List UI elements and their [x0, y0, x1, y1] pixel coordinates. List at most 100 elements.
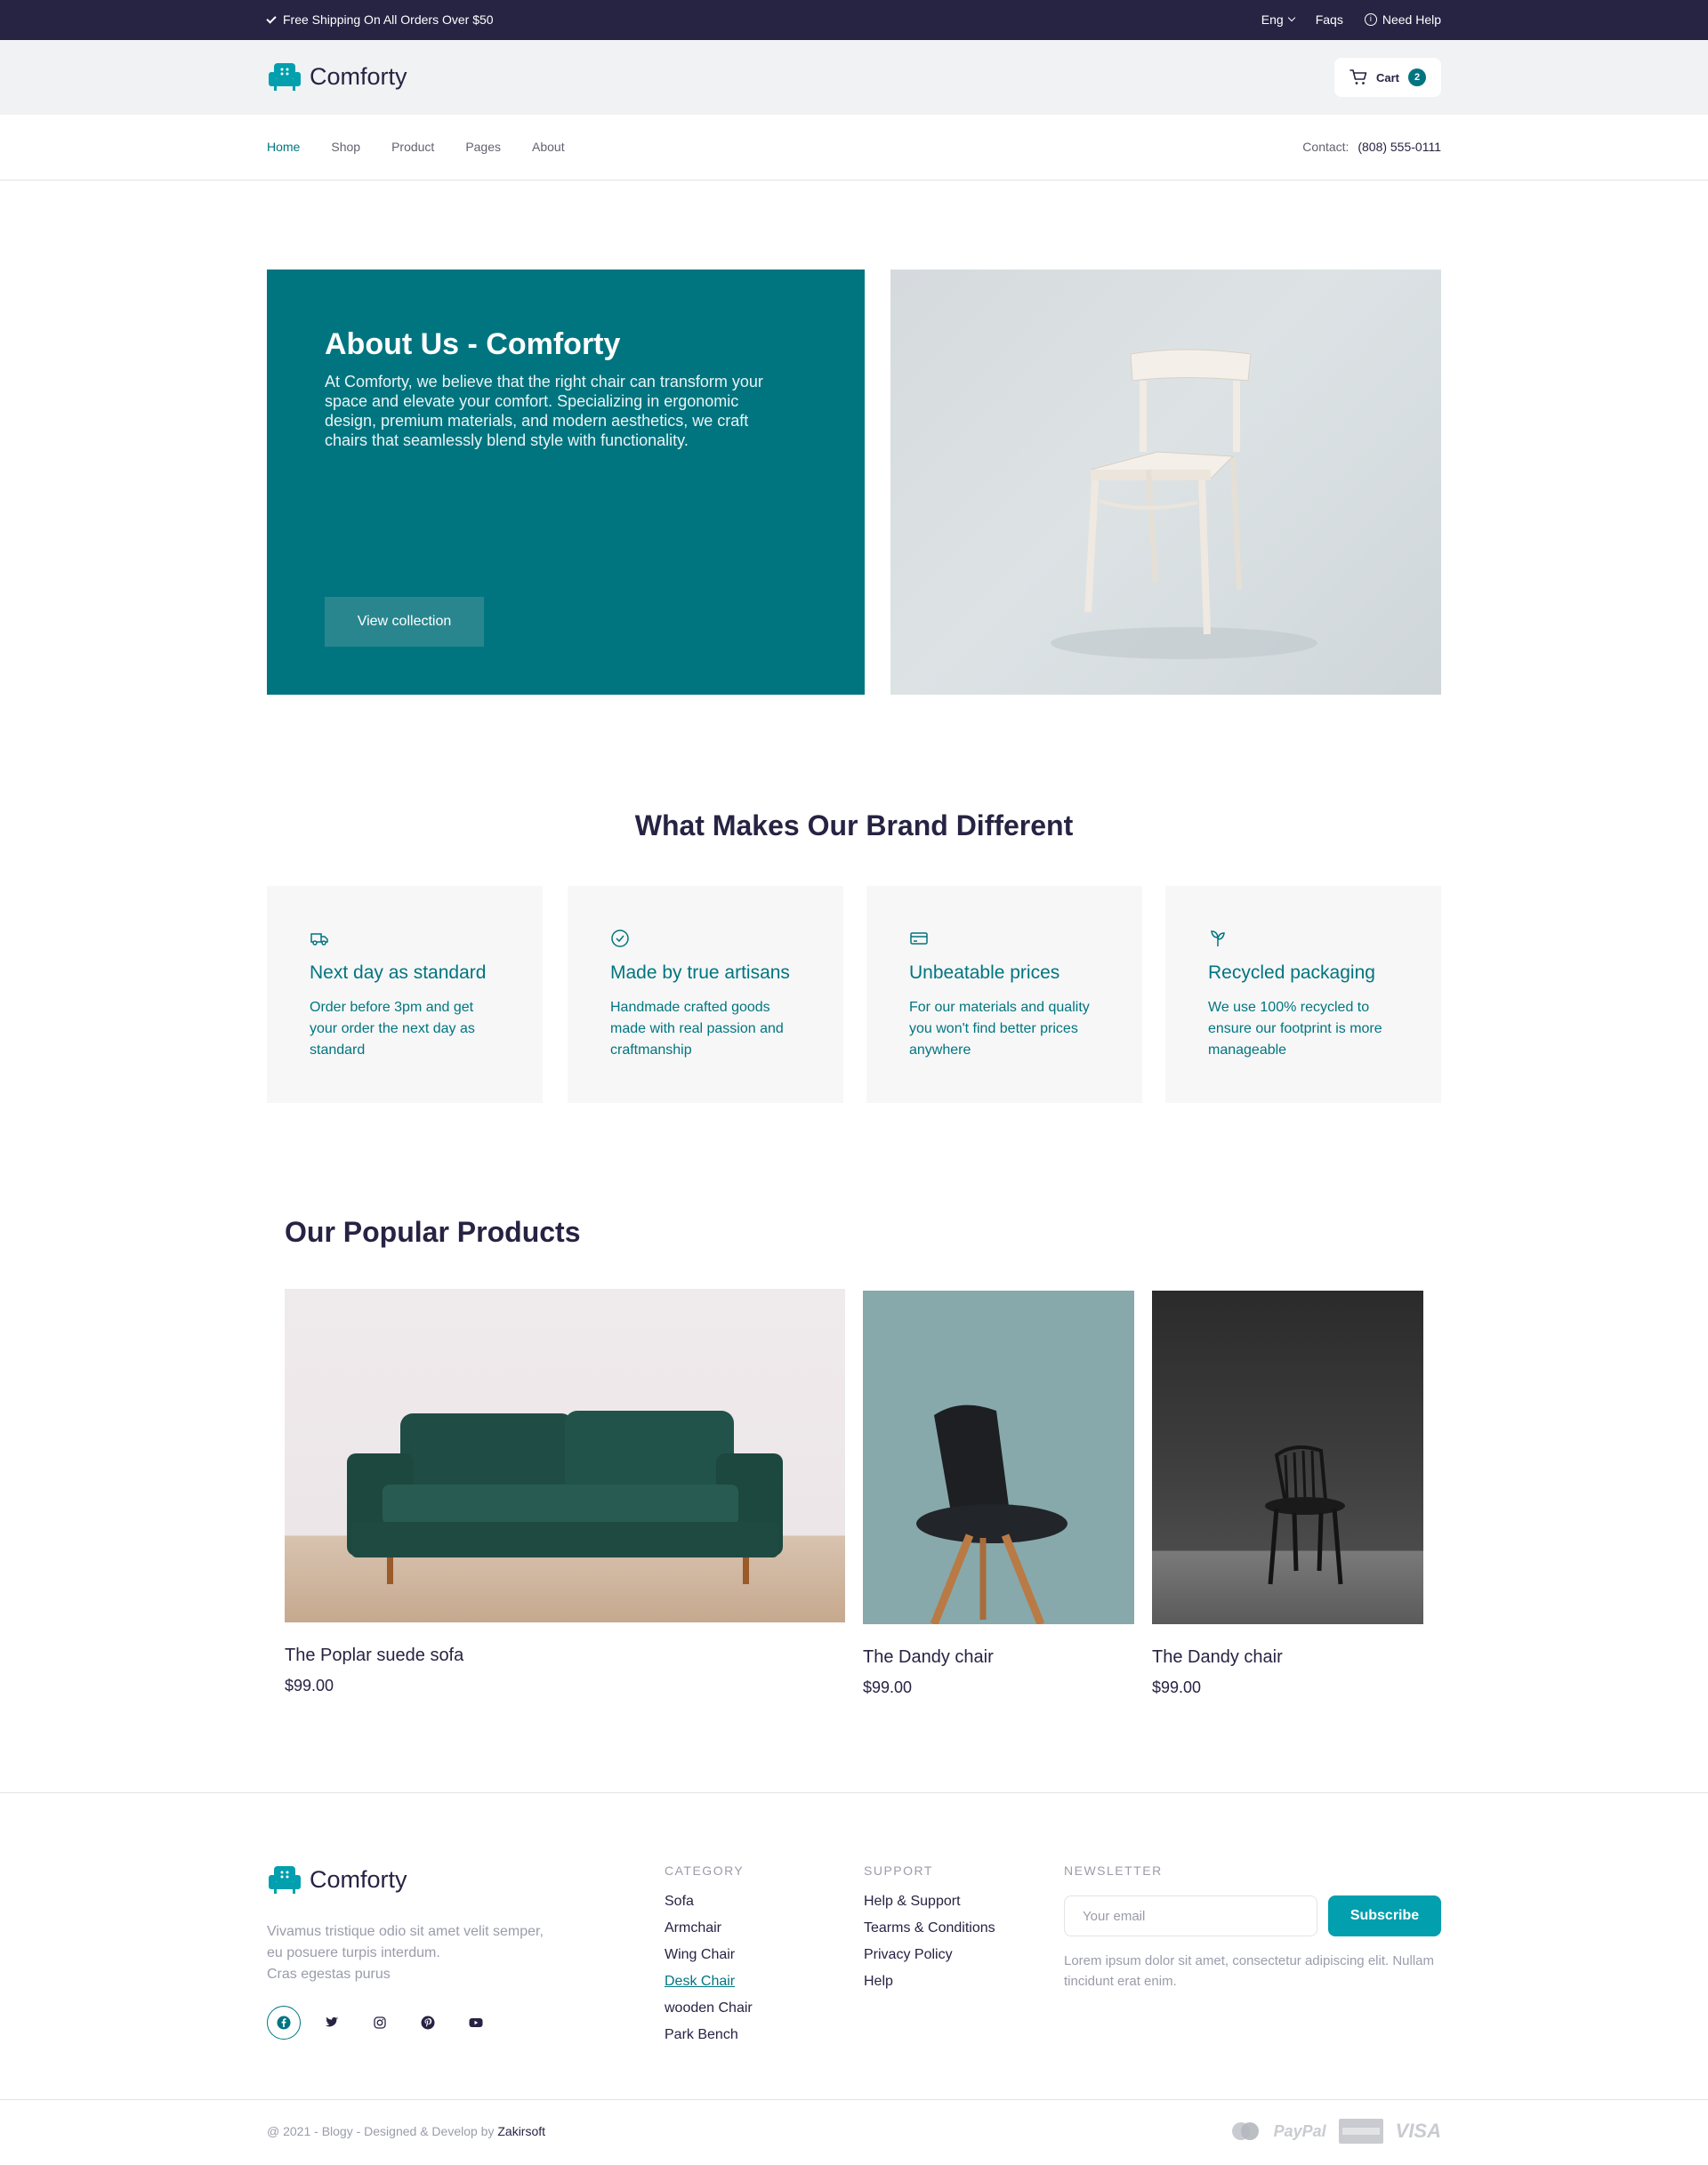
- category-link[interactable]: Park Bench: [665, 2027, 753, 2043]
- hero-title: About Us - Comforty: [325, 327, 621, 361]
- credit-card-icon: [910, 932, 928, 945]
- language-selector[interactable]: Eng: [1261, 12, 1295, 27]
- dark-wooden-chair-illustration: [1265, 1445, 1345, 1585]
- language-label: Eng: [1261, 12, 1284, 27]
- product-name[interactable]: The Dandy chair: [1152, 1647, 1423, 1668]
- footer-newsletter-column: NEWSLETTER: [1064, 1863, 1163, 1894]
- feature-card: Recycled packaging We use 100% recycled …: [1165, 886, 1441, 1103]
- product-card[interactable]: The Dandy chair $99.00: [1152, 1291, 1423, 1697]
- site-logo[interactable]: Comforty: [267, 61, 407, 92]
- category-link[interactable]: Armchair: [665, 1920, 753, 1936]
- shipping-notice: Free Shipping On All Orders Over $50: [266, 12, 494, 27]
- product-card[interactable]: The Poplar suede sofa $99.00: [285, 1289, 845, 1695]
- nav-item-shop[interactable]: Shop: [331, 140, 360, 154]
- cart-icon: [1349, 69, 1367, 85]
- check-icon: [266, 12, 277, 24]
- white-chair-illustration: [1051, 349, 1317, 659]
- footer-logo-text: Comforty: [310, 1865, 407, 1893]
- mastercard-icon: [1231, 2122, 1259, 2140]
- product-image[interactable]: [285, 1289, 845, 1622]
- product-price: $99.00: [285, 1677, 334, 1694]
- armchair-logo-icon: [269, 1866, 301, 1894]
- social-links: [267, 2006, 493, 2040]
- green-sofa-illustration: [347, 1411, 783, 1584]
- support-link[interactable]: Tearms & Conditions: [864, 1920, 995, 1936]
- feature-card: Next day as standard Order before 3pm an…: [267, 886, 543, 1103]
- footer-support-column: SUPPORT Help & Support Tearms & Conditio…: [864, 1863, 995, 2000]
- feature-text: We use 100% recycled to ensure our footp…: [1208, 1000, 1382, 1058]
- cart-count-badge: 2: [1408, 68, 1426, 86]
- feature-card: Made by true artisans Handmade crafted g…: [568, 886, 843, 1103]
- newsletter-text: Lorem ipsum dolor sit amet, consectetur …: [1064, 1953, 1435, 1989]
- armchair-logo-icon: [269, 63, 301, 91]
- instagram-icon[interactable]: [363, 2006, 397, 2040]
- product-card[interactable]: The Dandy chair $99.00: [863, 1291, 1134, 1697]
- product-name[interactable]: The Poplar suede sofa: [285, 1646, 845, 1666]
- check-circle-icon: [611, 930, 629, 947]
- hero-description: At Comforty, we believe that the right c…: [325, 373, 763, 449]
- copyright-prefix: @ 2021 - Blogy - Designed & Develop by: [267, 2124, 498, 2138]
- footer-description: Vivamus tristique odio sit amet velit se…: [267, 1921, 587, 1985]
- pinterest-icon[interactable]: [411, 2006, 445, 2040]
- nav-item-pages[interactable]: Pages: [465, 140, 501, 154]
- need-help-link[interactable]: i Need Help: [1364, 12, 1441, 27]
- top-announcement-bar: Free Shipping On All Orders Over $50 Eng…: [0, 0, 1708, 40]
- feature-card: Unbeatable prices For our materials and …: [866, 886, 1142, 1103]
- product-price: $99.00: [863, 1678, 913, 1696]
- category-link[interactable]: wooden Chair: [665, 2000, 753, 2016]
- copyright-text: @ 2021 - Blogy - Designed & Develop by Z…: [267, 2124, 545, 2138]
- footer-logo[interactable]: Comforty: [267, 1864, 407, 1895]
- category-link[interactable]: Sofa: [665, 1894, 753, 1910]
- nav-item-home[interactable]: Home: [267, 140, 300, 154]
- contact-info: Contact: (808) 555-0111: [1302, 140, 1441, 154]
- about-hero-panel: About Us - Comforty At Comforty, we beli…: [267, 270, 865, 695]
- newsletter-email-input[interactable]: Your email: [1064, 1895, 1317, 1936]
- twitter-icon[interactable]: [315, 2006, 349, 2040]
- copyright-brand[interactable]: Zakirsoft: [497, 2124, 545, 2138]
- support-link[interactable]: Privacy Policy: [864, 1947, 995, 1963]
- visa-icon: VISA: [1395, 2120, 1441, 2142]
- paypal-icon: PayPal: [1273, 2121, 1326, 2140]
- newsletter-heading: NEWSLETTER: [1064, 1863, 1163, 1878]
- category-link[interactable]: Desk Chair: [665, 1974, 753, 1990]
- footer-description-line: Vivamus tristique odio sit amet velit se…: [267, 1924, 544, 1939]
- sprout-icon: [1211, 930, 1225, 946]
- feature-text: Handmade crafted goods made with real pa…: [610, 1000, 784, 1058]
- category-link[interactable]: Wing Chair: [665, 1947, 753, 1963]
- product-image[interactable]: [863, 1291, 1134, 1624]
- category-heading: CATEGORY: [665, 1863, 745, 1878]
- cart-label: Cart: [1375, 70, 1399, 85]
- nav-item-about[interactable]: About: [532, 140, 565, 154]
- faqs-link[interactable]: Faqs: [1316, 12, 1343, 27]
- product-name[interactable]: The Dandy chair: [863, 1647, 1134, 1668]
- logo-text: Comforty: [310, 62, 407, 90]
- main-navigation: Home Shop Product Pages About Contact: (…: [0, 115, 1708, 181]
- contact-phone[interactable]: (808) 555-0111: [1358, 140, 1441, 154]
- feature-title: Next day as standard: [310, 962, 487, 983]
- contact-label: Contact:: [1302, 140, 1349, 154]
- feature-text: Order before 3pm and get your order the …: [310, 1000, 475, 1058]
- footer-description-line: Cras egestas purus: [267, 1967, 391, 1982]
- features-title: What Makes Our Brand Different: [634, 809, 1074, 841]
- delivery-truck-icon: [310, 933, 328, 946]
- nav-item-product[interactable]: Product: [391, 140, 434, 154]
- youtube-icon[interactable]: [459, 2006, 493, 2040]
- facebook-icon[interactable]: [267, 2006, 301, 2040]
- support-link[interactable]: Help & Support: [864, 1894, 995, 1910]
- site-header: Comforty Cart 2: [0, 40, 1708, 115]
- feature-title: Unbeatable prices: [909, 962, 1060, 983]
- info-icon: i: [1364, 13, 1377, 26]
- feature-title: Recycled packaging: [1208, 962, 1375, 983]
- cart-button[interactable]: Cart 2: [1334, 58, 1441, 97]
- footer-divider: [0, 1792, 1708, 1793]
- hero-chair-image: [890, 270, 1441, 695]
- subscribe-button[interactable]: Subscribe: [1328, 1895, 1441, 1936]
- need-help-label: Need Help: [1382, 12, 1441, 27]
- product-image[interactable]: [1152, 1291, 1423, 1624]
- feature-text: For our materials and quality you won't …: [909, 1000, 1090, 1058]
- feature-title: Made by true artisans: [610, 962, 790, 983]
- payment-methods: PayPal VISA: [1229, 2119, 1441, 2144]
- support-link[interactable]: Help: [864, 1974, 995, 1990]
- footer-category-column: CATEGORY Sofa Armchair Wing Chair Desk C…: [665, 1863, 753, 2054]
- view-collection-button[interactable]: View collection: [325, 597, 484, 647]
